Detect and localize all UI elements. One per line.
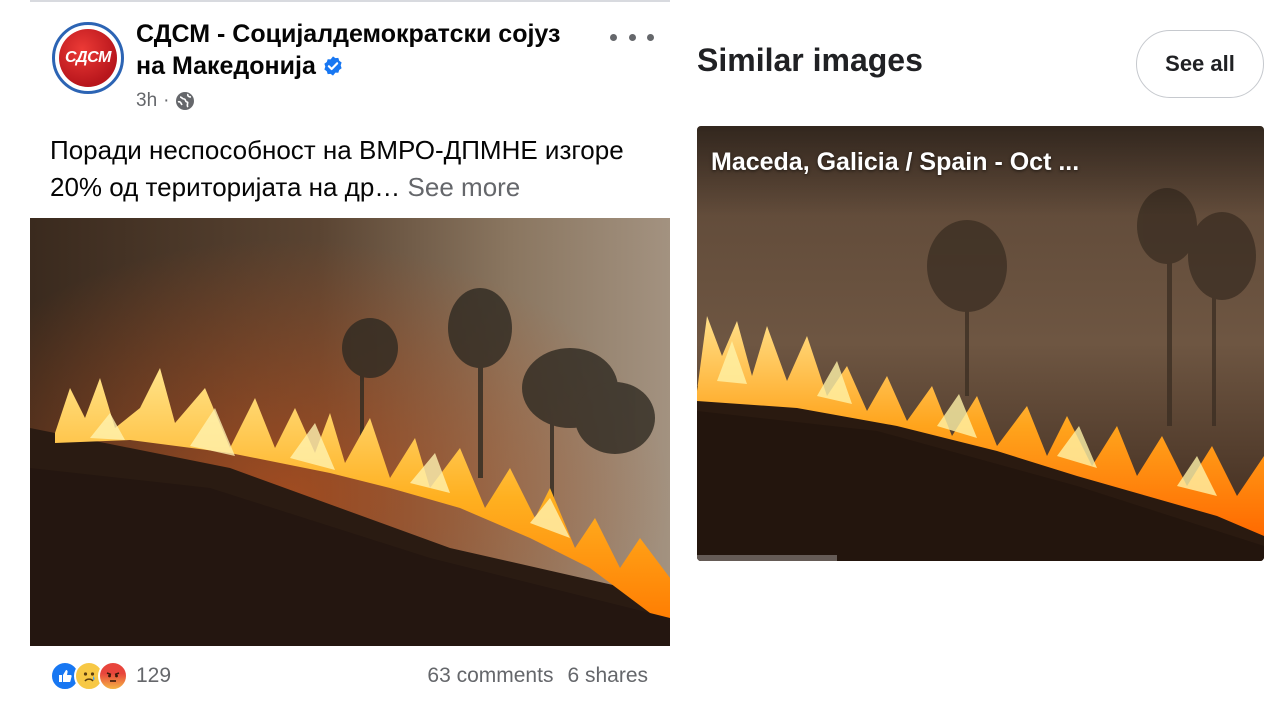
angry-reaction-icon [98, 661, 128, 691]
shares-count[interactable]: 6 shares [567, 664, 648, 688]
similar-image-result[interactable]: Maceda, Galicia / Spain - Oct ... [697, 126, 1264, 561]
post-time[interactable]: 3h [136, 90, 157, 112]
page-name-text[interactable]: СДСМ - Социјалдемократски сојуз на Макед… [136, 20, 560, 80]
dot [647, 33, 654, 41]
sdsm-logo: СДСМ [59, 29, 117, 87]
dot [610, 33, 617, 41]
see-all-button[interactable]: See all [1136, 30, 1264, 98]
verified-badge-icon [324, 56, 342, 76]
similar-wildfire-photo [697, 126, 1264, 561]
divider [30, 0, 670, 2]
reactions-summary[interactable]: 129 [50, 661, 171, 691]
carousel-indicator [697, 555, 837, 561]
post-meta: 3h · [136, 90, 195, 112]
post-body: Поради неспособност на ВМРО-ДПМНЕ изгоре… [50, 135, 624, 202]
wildfire-photo [30, 218, 670, 646]
more-options-icon[interactable] [610, 26, 654, 48]
post-text: Поради неспособност на ВМРО-ДПМНЕ изгоре… [50, 132, 660, 206]
similar-image-caption: Maceda, Galicia / Spain - Oct ... [711, 148, 1080, 176]
reaction-count: 129 [136, 664, 172, 687]
page-avatar[interactable]: СДСМ [52, 22, 124, 94]
comments-count[interactable]: 63 comments [427, 664, 553, 688]
reactions-bar: 129 63 comments 6 shares [50, 656, 648, 696]
engagement-stats: 63 comments 6 shares [427, 664, 648, 688]
see-more-link[interactable]: See more [408, 172, 521, 202]
globe-icon [176, 92, 195, 110]
page-name[interactable]: СДСМ - Социјалдемократски сојуз на Макед… [136, 18, 596, 82]
meta-separator: · [163, 90, 170, 111]
dot [628, 33, 636, 41]
post-photo[interactable] [30, 218, 670, 646]
similar-images-heading: Similar images [697, 42, 923, 78]
facebook-post: СДСМ СДСМ - Социјалдемократски сојуз на … [30, 0, 670, 720]
